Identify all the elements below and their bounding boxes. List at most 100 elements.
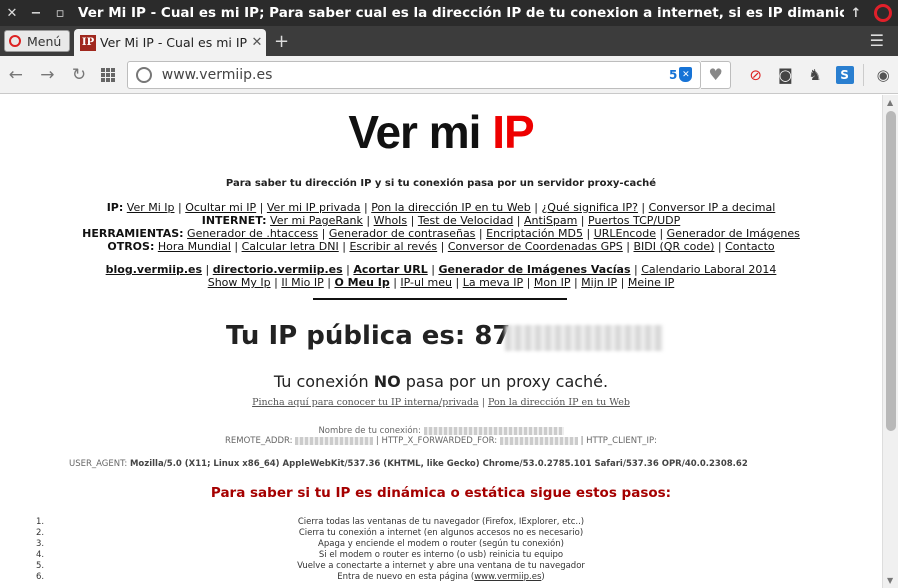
remote-addr-redacted (295, 436, 374, 445)
forwarded-redacted (499, 436, 578, 445)
languages-row: Show My Ip | Il Mio IP | O Meu Ip | IP-u… (207, 276, 675, 289)
client-ip-label: HTTP_CLIENT_IP: (586, 436, 658, 446)
list-item: 5. Vuelve a conectarte a internet y abre … (36, 561, 882, 572)
logo-text: Ver mi (348, 106, 493, 158)
s-extension-icon[interactable]: S (830, 65, 860, 84)
bookmark-heart-icon[interactable]: ♥ (701, 60, 732, 89)
url-text[interactable]: www.vermiip.es (162, 67, 669, 83)
tab-menu-icon[interactable]: ☰ (870, 31, 898, 56)
sister-link[interactable]: Acortar URL (353, 263, 427, 276)
connection-name-label: Nombre de tu conexión: (318, 426, 421, 436)
language-link[interactable]: Meine IP (628, 276, 674, 289)
language-link[interactable]: Mon IP (534, 276, 571, 289)
user-agent-value: Mozilla/5.0 (X11; Linux x86_64) AppleWeb… (129, 459, 748, 469)
language-link[interactable]: IP-ul meu (400, 276, 452, 289)
nav-link[interactable]: Hora Mundial (158, 240, 231, 253)
proxy-status: Tu conexión NO pasa por un proxy caché. (0, 372, 882, 391)
reload-icon[interactable]: ↻ (63, 65, 95, 85)
nav-link[interactable]: Conversor de Coordenadas GPS (448, 240, 623, 253)
private-ip-link[interactable]: Pincha aquí para conocer tu IP interna/p… (252, 397, 479, 408)
window-title: Ver Mi IP - Cual es mi IP; Para saber cu… (78, 5, 844, 21)
scroll-up-icon[interactable]: ▲ (887, 98, 893, 107)
nav-label: INTERNET: (201, 214, 267, 227)
public-ip-redacted (505, 325, 663, 351)
tab-close-icon[interactable]: ✕ (248, 35, 266, 50)
blocker-extension-icon[interactable]: ⊘ (741, 66, 771, 84)
public-ip-heading: Tu IP pública es: 87. (226, 321, 521, 351)
language-link[interactable]: Show My Ip (208, 276, 271, 289)
steps-heading: Para saber si tu IP es dinámica o estáti… (210, 485, 672, 501)
extension-icon[interactable]: ♞ (800, 66, 830, 84)
nav-link[interactable]: Generador de contraseñas (329, 227, 476, 240)
speed-dial-icon[interactable] (100, 67, 115, 82)
proxy-status-value: NO (373, 372, 401, 391)
site-logo[interactable]: Ver mi IP (0, 105, 882, 159)
forwarded-label: HTTP_X_FORWARDED_FOR: (381, 436, 498, 446)
sister-link[interactable]: blog.vermiip.es (106, 263, 202, 276)
home-link[interactable]: www.vermiip.es (474, 572, 541, 582)
adblock-shield-icon[interactable]: ✕ (679, 67, 693, 82)
divider (313, 298, 567, 300)
vertical-scrollbar[interactable]: ▲ ▼ (882, 95, 898, 588)
forward-icon[interactable]: → (32, 65, 64, 85)
language-link[interactable]: O Meu Ip (334, 276, 389, 289)
browser-toolbar: ← → ↻ www.vermiip.es 5 ✕ ♥ ⊘ ◙ ♞ S ◉ (0, 56, 898, 94)
step-text: Vuelve a conectarte a internet y abre un… (297, 561, 585, 571)
headers-row: REMOTE_ADDR: | HTTP_X_FORWARDED_FOR: | H… (224, 436, 658, 446)
close-icon[interactable]: ✕ (0, 6, 24, 21)
nav-link[interactable]: Encriptación MD5 (486, 227, 583, 240)
language-link[interactable]: Mijn IP (581, 276, 617, 289)
address-bar[interactable]: www.vermiip.es 5 ✕ (126, 60, 702, 89)
step-text: Cierra todas las ventanas de tu navegado… (297, 517, 585, 527)
nav-link[interactable]: Test de Velocidad (418, 214, 513, 227)
nav-link[interactable]: Ver mi IP privada (267, 201, 361, 214)
sister-sites-row: blog.vermiip.es | directorio.vermiip.es … (105, 263, 777, 276)
sister-link[interactable]: Calendario Laboral 2014 (641, 263, 776, 276)
minimize-icon[interactable]: − (24, 6, 48, 21)
nav-link[interactable]: Ver Mi Ip (127, 201, 175, 214)
nav-link[interactable]: URLEncode (594, 227, 656, 240)
sister-link[interactable]: Generador de Imágenes Vacías (438, 263, 630, 276)
new-tab-icon[interactable]: + (266, 31, 297, 56)
nav-link[interactable]: Ocultar mi IP (185, 201, 256, 214)
nav-link[interactable]: Calcular letra DNI (242, 240, 339, 253)
nav-link[interactable]: Puertos TCP/UDP (588, 214, 680, 227)
window-titlebar: ✕ − ▫ Ver Mi IP - Cual es mi IP; Para sa… (0, 0, 898, 26)
back-icon[interactable]: ← (0, 65, 32, 85)
maximize-icon[interactable]: ▫ (48, 6, 72, 21)
connection-name-redacted (423, 426, 564, 435)
arrow-up-icon[interactable]: ↑ (844, 6, 868, 21)
sister-link[interactable]: directorio.vermiip.es (213, 263, 343, 276)
nav-link[interactable]: Escribir al revés (349, 240, 437, 253)
list-item: 4. Si el modem o router es interno (o usb… (36, 550, 882, 561)
nav-link[interactable]: WhoIs (374, 214, 408, 227)
tab-strip: Menú IP Ver Mi IP - Cual es mi IP; ✕ + ☰ (0, 26, 898, 56)
language-link[interactable]: Il Mio IP (281, 276, 323, 289)
steps-list: 1. Cierra todas las ventanas de tu navega… (36, 517, 882, 583)
opera-menu-button[interactable]: Menú (4, 30, 70, 52)
nav-link[interactable]: Contacto (725, 240, 775, 253)
menu-label: Menú (27, 33, 62, 49)
nav-link[interactable]: ¿Qué significa IP? (541, 201, 637, 214)
toolbar-divider (863, 63, 865, 86)
nav-link[interactable]: BIDI (QR code) (634, 240, 715, 253)
proxy-text: pasa por un proxy caché. (400, 372, 609, 391)
step-text: Entra de nuevo en esta página (www.vermi… (337, 572, 545, 582)
scroll-down-icon[interactable]: ▼ (887, 576, 893, 585)
scrollbar-thumb[interactable] (886, 111, 896, 431)
nav-link[interactable]: AntiSpam (524, 214, 577, 227)
nav-link[interactable]: Pon la dirección IP en tu Web (371, 201, 531, 214)
nav-row-ip: IP: Ver Mi Ip | Ocultar mi IP | Ver mi I… (106, 201, 776, 214)
account-icon[interactable]: ◉ (868, 66, 898, 84)
nav-link[interactable]: Conversor IP a decimal (649, 201, 776, 214)
ip-on-web-link[interactable]: Pon la dirección IP en tu Web (488, 397, 630, 408)
nav-link[interactable]: Generador de .htaccess (187, 227, 318, 240)
pocket-icon[interactable]: ◙ (771, 66, 801, 84)
nav-link[interactable]: Generador de Imágenes (667, 227, 800, 240)
blocked-count-badge: 5 (669, 67, 678, 82)
tab-title: Ver Mi IP - Cual es mi IP; (100, 35, 248, 50)
nav-link[interactable]: Ver mi PageRank (270, 214, 363, 227)
tab-active[interactable]: IP Ver Mi IP - Cual es mi IP; ✕ (74, 29, 266, 56)
language-link[interactable]: La meva IP (463, 276, 523, 289)
step-text: Apaga y enciende el modem o router (segú… (318, 539, 564, 549)
